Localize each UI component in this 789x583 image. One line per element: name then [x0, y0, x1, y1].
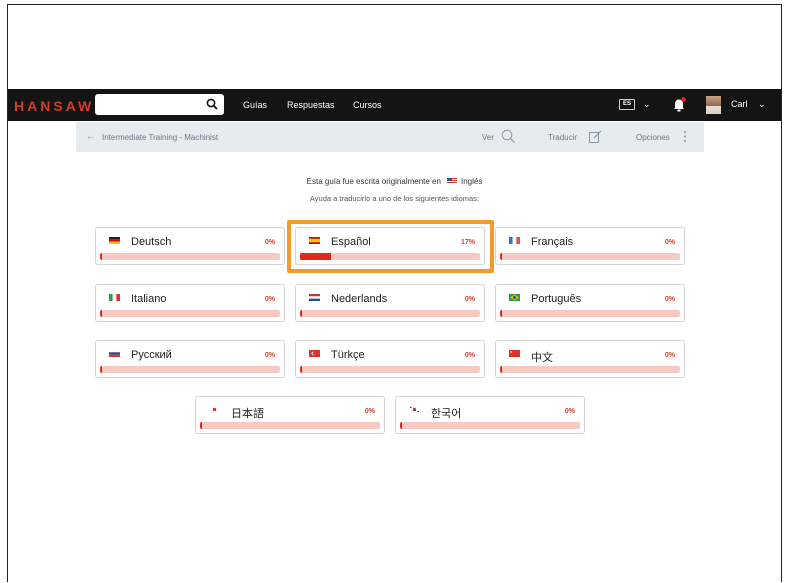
progress-bar [100, 366, 280, 373]
progress-bar [300, 310, 480, 317]
progress-bar [400, 422, 580, 429]
language-percent: 0% [464, 296, 475, 303]
language-percent: 0% [264, 352, 275, 359]
breadcrumb[interactable]: Intermediate Training - Machinist [102, 133, 218, 142]
progress-bar [500, 366, 680, 373]
progress-fill [500, 366, 502, 373]
language-percent: 0% [664, 352, 675, 359]
progress-fill [500, 253, 502, 260]
progress-fill [400, 422, 402, 429]
language-name: 中文 [531, 352, 553, 364]
chevron-down-icon[interactable]: ⌄ [758, 99, 766, 110]
top-navbar: HANSAW Guías Respuestas Cursos ES ⌄ Carl… [8, 89, 781, 121]
language-card-nederlands[interactable]: Nederlands 0% [295, 284, 485, 322]
back-arrow-icon[interactable]: ← [86, 131, 96, 142]
nav-guias[interactable]: Guías [243, 100, 267, 110]
search-icon[interactable] [501, 129, 516, 144]
language-card-turkce[interactable]: Türkçe 0% [295, 340, 485, 378]
avatar[interactable] [706, 96, 721, 114]
language-name: Italiano [131, 293, 167, 305]
flag-br-icon [509, 294, 520, 301]
browser-frame: HANSAW Guías Respuestas Cursos ES ⌄ Carl… [7, 4, 782, 582]
intro-original-language: Esta guía fue escrita originalmente en In… [8, 177, 781, 186]
language-percent: 0% [264, 296, 275, 303]
flag-fr-icon [509, 237, 520, 244]
original-language: Inglés [460, 177, 483, 186]
flag-ru-icon [109, 350, 120, 357]
language-name: Français [531, 236, 574, 248]
language-percent: 0% [664, 239, 675, 246]
progress-bar [500, 310, 680, 317]
language-card-korean[interactable]: 한국어 0% [395, 396, 585, 434]
progress-bar [500, 253, 680, 260]
breadcrumb-bar: ← Intermediate Training - Machinist Ver … [76, 122, 704, 152]
nav-respuestas[interactable]: Respuestas [287, 100, 335, 110]
language-percent: 0% [364, 408, 375, 415]
view-button[interactable]: Ver [482, 133, 494, 142]
language-name: 日本語 [231, 408, 264, 420]
edit-icon[interactable] [588, 129, 603, 144]
logo[interactable]: HANSAW [14, 98, 94, 114]
flag-cn-icon [509, 350, 520, 357]
us-flag-icon [446, 178, 457, 184]
highlight-box [287, 220, 494, 273]
language-percent: 0% [264, 239, 275, 246]
progress-fill [500, 310, 502, 317]
progress-fill [100, 366, 102, 373]
language-card-chinese[interactable]: 中文 0% [495, 340, 685, 378]
language-name: Русский [131, 349, 172, 361]
search-icon[interactable] [206, 98, 218, 110]
progress-bar [300, 366, 480, 373]
flag-tr-icon [309, 350, 320, 357]
language-selector[interactable]: ES [619, 99, 635, 110]
language-name: Português [531, 293, 582, 305]
language-percent: 0% [664, 296, 675, 303]
language-name: Deutsch [131, 236, 172, 248]
language-percent: 0% [564, 408, 575, 415]
language-card-italiano[interactable]: Italiano 0% [95, 284, 285, 322]
flag-de-icon [109, 237, 120, 244]
flag-kr-icon [409, 406, 420, 413]
language-card-deutsch[interactable]: Deutsch 0% [95, 227, 285, 265]
search-input[interactable] [95, 94, 224, 115]
language-card-russian[interactable]: Русский 0% [95, 340, 285, 378]
language-name: Nederlands [331, 293, 388, 305]
language-card-portugues[interactable]: Português 0% [495, 284, 685, 322]
language-percent: 0% [464, 352, 475, 359]
progress-bar [100, 253, 280, 260]
user-name[interactable]: Carl [731, 99, 748, 109]
progress-fill [200, 422, 202, 429]
flag-jp-icon [209, 406, 220, 413]
progress-bar [200, 422, 380, 429]
chevron-down-icon[interactable]: ⌄ [643, 99, 651, 110]
intro-text: Esta guía fue escrita originalmente en [306, 177, 441, 186]
flag-nl-icon [309, 294, 320, 301]
translate-button[interactable]: Traducir [548, 133, 577, 142]
progress-fill [300, 310, 302, 317]
language-name: 한국어 [431, 408, 462, 420]
more-vertical-icon[interactable] [682, 129, 688, 144]
language-name: Türkçe [331, 349, 365, 361]
progress-fill [100, 253, 102, 260]
progress-fill [300, 366, 302, 373]
progress-fill [100, 310, 102, 317]
intro-help-text: Ayuda a traducirlo a uno de los siguient… [309, 194, 480, 203]
nav-cursos[interactable]: Cursos [353, 100, 382, 110]
options-button[interactable]: Opciones [636, 133, 670, 142]
language-card-francais[interactable]: Français 0% [495, 227, 685, 265]
progress-bar [100, 310, 280, 317]
bell-icon[interactable] [672, 97, 686, 112]
flag-it-icon [109, 294, 120, 301]
language-card-japanese[interactable]: 日本語 0% [195, 396, 385, 434]
